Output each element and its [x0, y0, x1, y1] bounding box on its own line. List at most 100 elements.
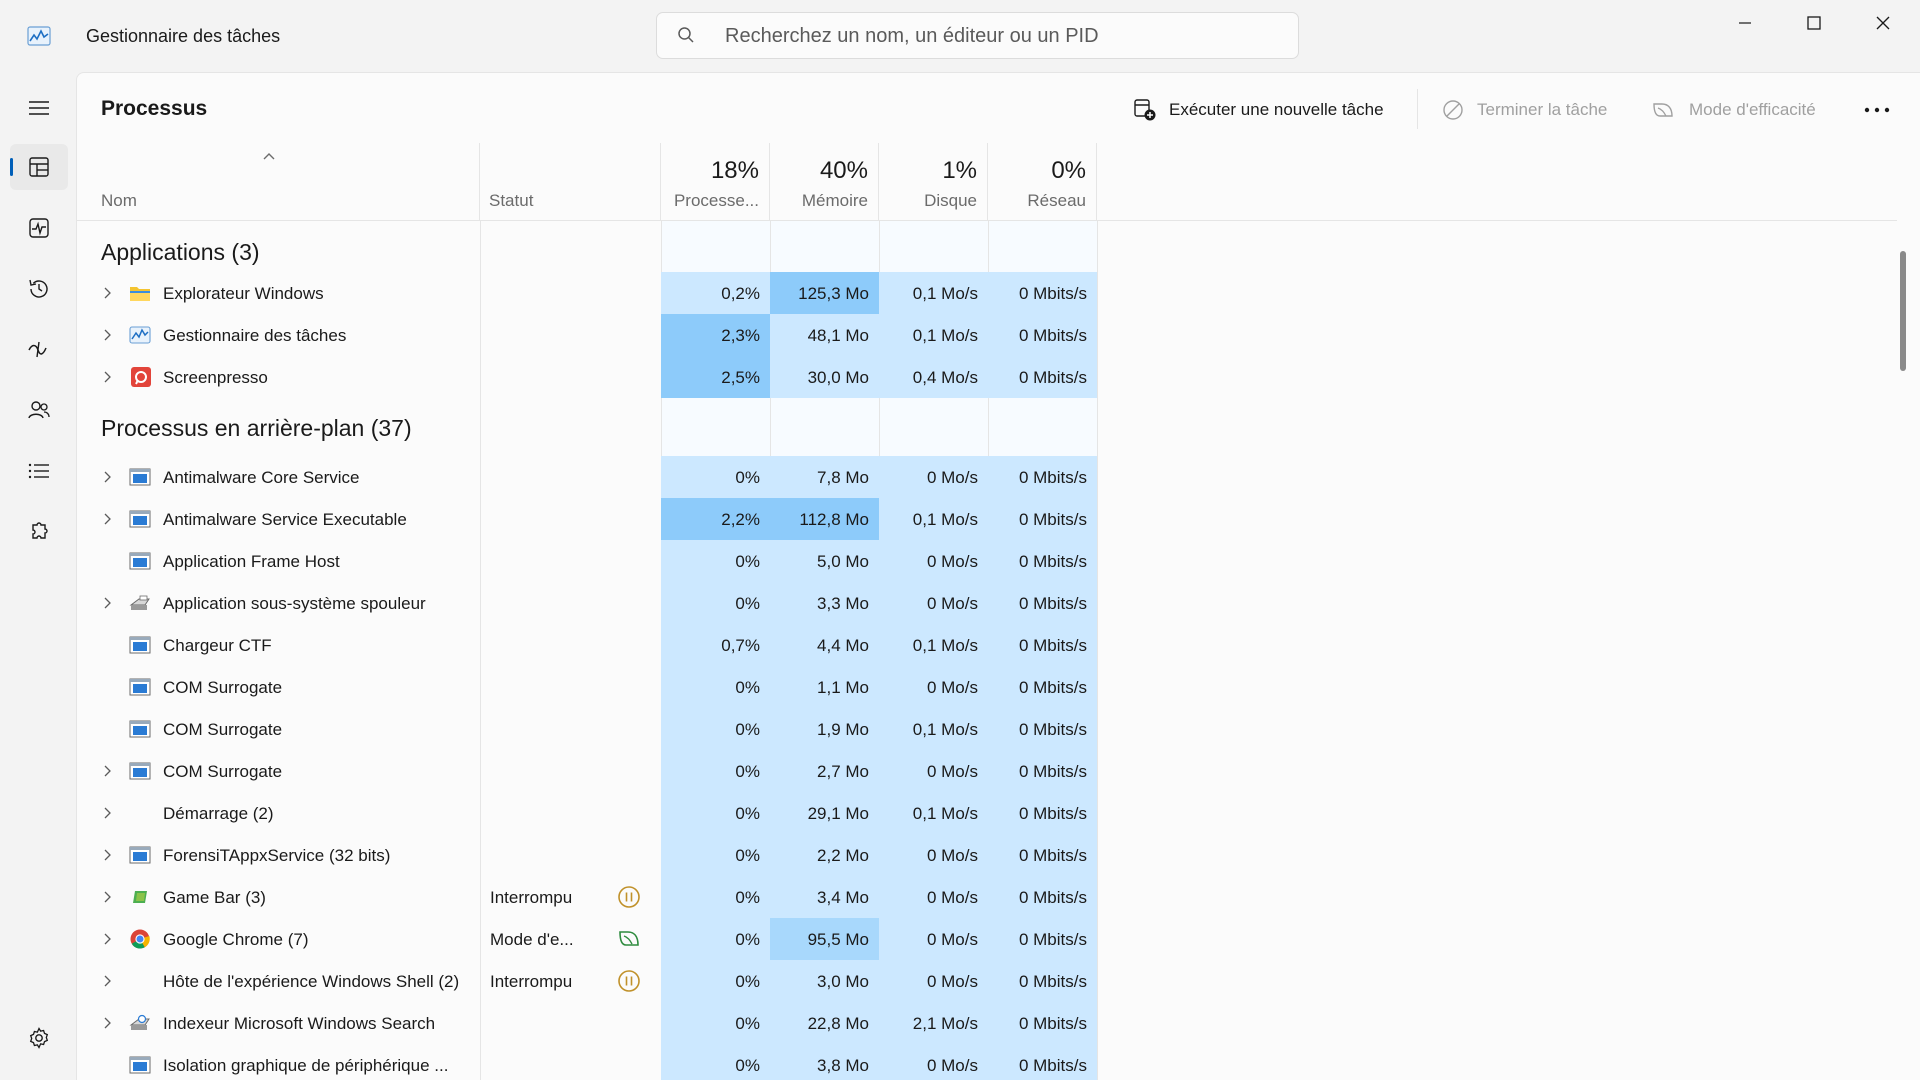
table-row[interactable]: Application sous-système spouleur 0% 3,3… — [77, 582, 1897, 624]
memory-value: 22,8 Mo — [770, 1002, 879, 1044]
nav-processes[interactable] — [10, 144, 68, 190]
process-name: Antimalware Service Executable — [163, 510, 407, 529]
cpu-value: 0,7% — [661, 624, 770, 666]
chevron-right-icon[interactable] — [100, 890, 114, 904]
cpu-value: 2,2% — [661, 498, 770, 540]
table-row[interactable]: COM Surrogate 0% 2,7 Mo 0 Mo/s 0 Mbits/s — [77, 750, 1897, 792]
table-row[interactable]: Hôte de l'expérience Windows Shell (2) I… — [77, 960, 1897, 1002]
chevron-right-icon[interactable] — [100, 328, 114, 342]
search-input[interactable] — [725, 21, 1285, 51]
disk-value: 0 Mo/s — [879, 750, 988, 792]
column-header-disk[interactable]: 1% Disque — [879, 143, 988, 220]
game-bar-icon — [133, 891, 147, 903]
run-new-task-button[interactable]: Exécuter une nouvelle tâche — [1133, 93, 1384, 127]
network-value: 0 Mbits/s — [988, 540, 1097, 582]
page-title: Processus — [101, 97, 208, 120]
chevron-right-icon[interactable] — [100, 470, 114, 484]
table-row[interactable]: COM Surrogate 0% 1,9 Mo 0,1 Mo/s 0 Mbits… — [77, 708, 1897, 750]
column-header-memory[interactable]: 40% Mémoire — [770, 143, 879, 220]
section-title: Processus en arrière-plan (37) — [101, 415, 412, 441]
nav-settings[interactable] — [10, 1016, 68, 1060]
scrollbar-thumb[interactable] — [1900, 251, 1906, 371]
table-row[interactable]: COM Surrogate 0% 1,1 Mo 0 Mo/s 0 Mbits/s — [77, 666, 1897, 708]
hamburger-menu-button[interactable] — [10, 85, 68, 131]
table-row[interactable]: Google Chrome (7) Mode d'e... 0% 95,5 Mo… — [77, 918, 1897, 960]
nav-app-history[interactable] — [10, 266, 68, 312]
network-value: 0 Mbits/s — [988, 624, 1097, 666]
chevron-right-icon[interactable] — [100, 974, 114, 988]
maximize-button[interactable] — [1779, 0, 1849, 46]
table-row[interactable]: Antimalware Service Executable 2,2% 112,… — [77, 498, 1897, 540]
cpu-value: 2,5% — [661, 356, 770, 398]
startup-icon — [28, 341, 47, 358]
table-row[interactable]: Démarrage (2) 0% 29,1 Mo 0,1 Mo/s 0 Mbit… — [77, 792, 1897, 834]
table-row[interactable]: Isolation graphique de périphérique ... … — [77, 1044, 1897, 1080]
memory-value: 3,8 Mo — [770, 1044, 879, 1080]
memory-value: 3,3 Mo — [770, 582, 879, 624]
chevron-right-icon[interactable] — [100, 806, 114, 820]
chevron-right-icon[interactable] — [100, 764, 114, 778]
table-row[interactable]: Explorateur Windows 0,2% 125,3 Mo 0,1 Mo… — [77, 272, 1897, 314]
network-value: 0 Mbits/s — [988, 356, 1097, 398]
end-task-label: Terminer la tâche — [1477, 100, 1608, 119]
minimize-button[interactable] — [1710, 0, 1780, 46]
table-row[interactable]: Game Bar (3) Interrompu 0% 3,4 Mo 0 Mo/s… — [77, 876, 1897, 918]
efficiency-mode-label: Mode d'efficacité — [1689, 100, 1816, 119]
nav-details[interactable] — [10, 448, 68, 494]
chevron-right-icon[interactable] — [100, 932, 114, 946]
run-new-task-label: Exécuter une nouvelle tâche — [1169, 100, 1384, 119]
disk-value: 0,1 Mo/s — [879, 498, 988, 540]
memory-value: 2,2 Mo — [770, 834, 879, 876]
cpu-value: 0% — [661, 750, 770, 792]
table-row[interactable]: Indexeur Microsoft Windows Search 0% 22,… — [77, 1002, 1897, 1044]
chevron-right-icon[interactable] — [100, 848, 114, 862]
column-header-name[interactable]: Nom — [77, 143, 480, 220]
table-row[interactable]: ForensiTAppxService (32 bits) 0% 2,2 Mo … — [77, 834, 1897, 876]
process-table: Applications (3) Explorateur Windows 0,2… — [77, 221, 1897, 1080]
memory-value: 30,0 Mo — [770, 356, 879, 398]
efficiency-leaf-icon — [619, 931, 639, 946]
nav-users[interactable] — [10, 387, 68, 433]
chevron-right-icon[interactable] — [100, 370, 114, 384]
process-name: Explorateur Windows — [163, 284, 324, 303]
network-value: 0 Mbits/s — [988, 272, 1097, 314]
maximize-icon — [1807, 16, 1821, 30]
table-row[interactable]: Gestionnaire des tâches 2,3% 48,1 Mo 0,1… — [77, 314, 1897, 356]
more-options-button[interactable] — [1857, 93, 1897, 127]
table-row[interactable]: Chargeur CTF 0,7% 4,4 Mo 0,1 Mo/s 0 Mbit… — [77, 624, 1897, 666]
process-name: Hôte de l'expérience Windows Shell (2) — [163, 972, 460, 991]
nav-performance[interactable] — [10, 205, 68, 251]
process-name: Google Chrome (7) — [163, 930, 309, 949]
chevron-right-icon[interactable] — [100, 512, 114, 526]
nav-startup-apps[interactable] — [10, 326, 68, 372]
memory-value: 3,0 Mo — [770, 960, 879, 1002]
table-row[interactable]: Antimalware Core Service 0% 7,8 Mo 0 Mo/… — [77, 456, 1897, 498]
process-name: Screenpresso — [163, 368, 268, 387]
vertical-scrollbar[interactable] — [1898, 223, 1908, 1080]
chevron-right-icon[interactable] — [100, 1016, 114, 1030]
cpu-total-percent: 18% — [710, 157, 759, 184]
end-task-button[interactable]: Terminer la tâche — [1441, 93, 1607, 127]
disk-value: 0 Mo/s — [879, 666, 988, 708]
column-header-status[interactable]: Statut — [480, 143, 661, 220]
network-value: 0 Mbits/s — [988, 1002, 1097, 1044]
search-box[interactable] — [656, 12, 1299, 59]
memory-value: 5,0 Mo — [770, 540, 879, 582]
more-icon — [1864, 107, 1890, 113]
chevron-right-icon[interactable] — [100, 286, 114, 300]
window-process-icon — [129, 720, 151, 738]
table-row[interactable]: Application Frame Host 0% 5,0 Mo 0 Mo/s … — [77, 540, 1897, 582]
table-row[interactable]: Screenpresso 2,5% 30,0 Mo 0,4 Mo/s 0 Mbi… — [77, 356, 1897, 398]
memory-value: 7,8 Mo — [770, 456, 879, 498]
search-icon — [678, 27, 694, 43]
efficiency-mode-button[interactable]: Mode d'efficacité — [1651, 93, 1816, 127]
cpu-value: 0% — [661, 666, 770, 708]
close-button[interactable] — [1848, 0, 1918, 46]
process-name: Antimalware Core Service — [163, 468, 360, 487]
chevron-right-icon[interactable] — [100, 596, 114, 610]
column-header-network[interactable]: 0% Réseau — [988, 143, 1097, 220]
column-header-cpu[interactable]: 18% Processe... — [661, 143, 770, 220]
network-value: 0 Mbits/s — [988, 456, 1097, 498]
network-value: 0 Mbits/s — [988, 1044, 1097, 1080]
nav-services[interactable] — [10, 509, 68, 555]
